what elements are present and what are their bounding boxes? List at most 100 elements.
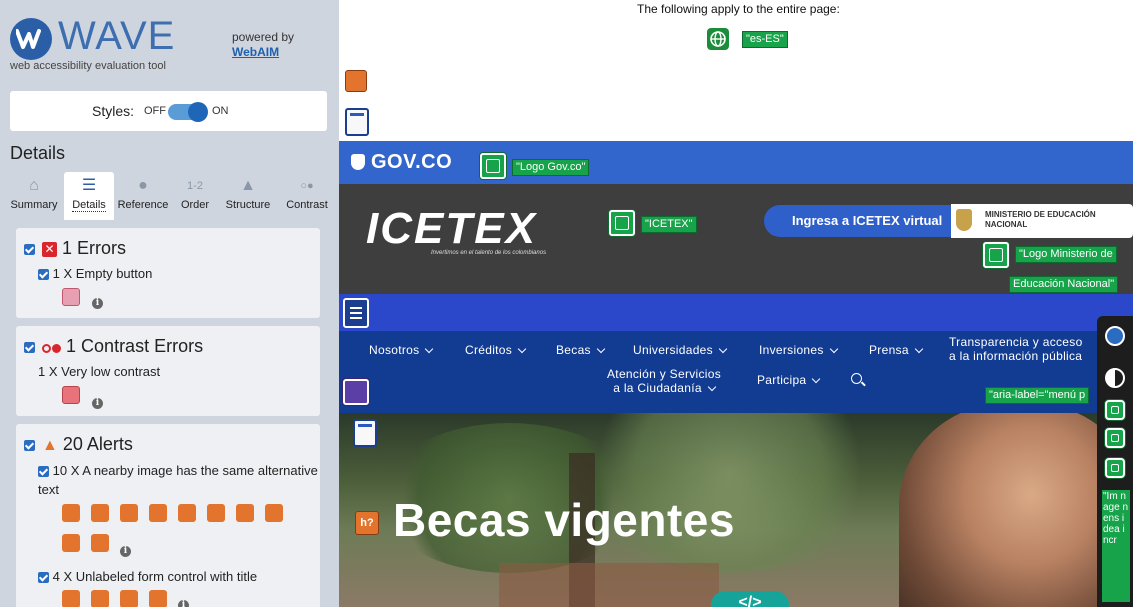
gov-logo[interactable]: GOV.CO xyxy=(371,151,452,174)
redundant-alt-icon[interactable] xyxy=(120,504,138,522)
tab-summary[interactable]: ⌂ Summary xyxy=(8,172,60,220)
redundant-alt-icon[interactable] xyxy=(62,504,80,522)
tab-reference[interactable]: ● Reference xyxy=(114,172,172,220)
tab-structure[interactable]: ▲ Structure xyxy=(218,172,278,220)
code-icon[interactable]: </> xyxy=(711,591,789,607)
alt-text-tag: "Logo Gov.co" xyxy=(512,159,590,176)
ministerio-logo[interactable]: MINISTERIO DE EDUCACIÓN NACIONAL xyxy=(951,204,1133,238)
tab-contrast[interactable]: ○● Contrast xyxy=(278,172,336,220)
image-icon[interactable] xyxy=(1105,458,1125,478)
unlabeled-control-icon[interactable] xyxy=(120,590,138,607)
nav-becas[interactable]: Becas xyxy=(556,343,606,357)
main-nav: Nosotros Créditos Becas Universidades In… xyxy=(339,331,1133,413)
alerts-heading-text: 20 Alerts xyxy=(62,434,133,454)
globe-icon[interactable] xyxy=(707,28,729,50)
contrast-checkbox[interactable] xyxy=(24,341,35,353)
error-item: 1 X Empty button xyxy=(38,264,152,283)
errors-heading-text: 1 Errors xyxy=(62,238,127,258)
nav-prensa-label: Prensa xyxy=(869,343,909,357)
nav-transparencia[interactable]: Transparencia y acceso a la información … xyxy=(949,335,1083,363)
crest-icon xyxy=(956,209,972,231)
unlabeled-control-icon[interactable] xyxy=(149,590,167,607)
alt-text-tag-1: "Logo Ministerio de xyxy=(1015,246,1117,263)
nav-inversiones[interactable]: Inversiones xyxy=(759,343,838,357)
menu-icon[interactable] xyxy=(343,298,369,328)
nav-nosotros-label: Nosotros xyxy=(369,343,420,357)
redundant-alt-icon[interactable] xyxy=(207,504,225,522)
errors-checkbox[interactable] xyxy=(24,243,35,255)
site-header: ICETEX Invertimos en el talento de los c… xyxy=(339,184,1133,294)
info-icon[interactable]: i xyxy=(120,546,131,557)
nav-universidades[interactable]: Universidades xyxy=(633,343,728,357)
redundant-alt-icon[interactable] xyxy=(178,504,196,522)
redundant-alt-icon[interactable] xyxy=(236,504,254,522)
redundant-alt-icon[interactable] xyxy=(91,504,109,522)
nav-prensa[interactable]: Prensa xyxy=(869,343,924,357)
contrast-error-icon xyxy=(42,337,62,358)
gov-bar: GOV.CO "Logo Gov.co" xyxy=(339,141,1133,184)
ingresa-icetex-button[interactable]: Ingresa a ICETEX virtual xyxy=(764,205,962,237)
nav-nosotros[interactable]: Nosotros xyxy=(369,343,434,357)
alerts-checkbox[interactable] xyxy=(24,439,35,451)
contrast-icon[interactable] xyxy=(1105,368,1125,388)
styles-toggle[interactable] xyxy=(168,102,208,122)
unlabeled-control-icon[interactable] xyxy=(62,590,80,607)
contrast-item: 1 X Very low contrast xyxy=(38,364,161,379)
info-icon[interactable]: i xyxy=(92,398,103,409)
image-icon[interactable] xyxy=(1105,428,1125,448)
info-icon[interactable]: i xyxy=(178,600,189,607)
alt-text-tag: "ICETEX" xyxy=(641,216,697,233)
low-contrast-icon[interactable] xyxy=(62,386,80,404)
redundant-alt-icon[interactable] xyxy=(62,534,80,552)
wave-tabs: ⌂ Summary ☰ Details ● Reference 1‑2 Orde… xyxy=(0,172,339,220)
blue-strip xyxy=(339,294,1133,331)
toggle-knob[interactable] xyxy=(188,102,208,122)
chevron-down-icon xyxy=(812,374,821,384)
contrast-heading: 1 Contrast Errors xyxy=(24,336,203,358)
image-icon[interactable] xyxy=(1105,400,1125,420)
aria-label-tag: "aria-label="menú p xyxy=(985,387,1090,404)
wave-sidebar: WAVE web accessibility evaluation tool p… xyxy=(0,0,339,607)
alert-item-checkbox[interactable] xyxy=(38,466,49,478)
tab-order-label: Order xyxy=(180,199,210,211)
alert-icon[interactable] xyxy=(345,70,367,92)
image-icon[interactable] xyxy=(983,242,1009,268)
alt-text-tag-2: Educación Nacional" xyxy=(1009,276,1119,293)
wave-tagline: web accessibility evaluation tool xyxy=(10,60,166,72)
error-item-checkbox[interactable] xyxy=(38,269,49,281)
alt-text-tag: "Im n age n ens idea incr xyxy=(1102,490,1130,602)
heading-alert-icon[interactable]: h? xyxy=(355,511,379,535)
nav-participa[interactable]: Participa xyxy=(757,373,821,387)
alert-icon: ▲ xyxy=(42,437,58,454)
info-icon[interactable]: i xyxy=(92,298,103,309)
chevron-down-icon xyxy=(914,344,924,354)
redundant-alt-icon[interactable] xyxy=(149,504,167,522)
alert-item-checkbox[interactable] xyxy=(38,572,49,584)
search-icon[interactable] xyxy=(851,373,862,384)
styles-off-label: OFF xyxy=(144,105,166,117)
unlabeled-control-icon[interactable] xyxy=(91,590,109,607)
region-icon[interactable] xyxy=(353,419,377,447)
empty-button-icon[interactable] xyxy=(62,288,80,306)
redundant-alt-icon[interactable] xyxy=(265,504,283,522)
error-item-label: 1 X Empty button xyxy=(52,266,153,281)
nav-atencion-line2: a la Ciudadanía xyxy=(613,381,702,395)
list-icon[interactable] xyxy=(1105,326,1125,346)
ministerio-label: MINISTERIO DE EDUCACIÓN NACIONAL xyxy=(985,210,1096,229)
chevron-down-icon xyxy=(707,382,717,392)
webaim-link[interactable]: WebAIM xyxy=(232,45,279,59)
image-icon[interactable] xyxy=(609,210,635,236)
hero-banner: h? Becas vigentes </> xyxy=(339,413,1133,607)
nav-creditos[interactable]: Créditos xyxy=(465,343,527,357)
evaluated-page: The following apply to the entire page: … xyxy=(339,0,1133,607)
nav-atencion[interactable]: Atención y Servicios a la Ciudadanía xyxy=(607,367,721,395)
image-icon[interactable] xyxy=(480,153,506,179)
tab-order[interactable]: 1‑2 Order xyxy=(174,172,216,220)
region-icon[interactable] xyxy=(345,108,369,136)
alert-item-unlabeled-control: 4 X Unlabeled form control with title xyxy=(38,567,257,586)
aria-label-icon[interactable] xyxy=(343,379,369,405)
redundant-alt-icon[interactable] xyxy=(91,534,109,552)
alerts-panel: ▲ 20 Alerts 10 X A nearby image has the … xyxy=(16,424,320,607)
icetex-logo[interactable]: ICETEX xyxy=(366,204,537,254)
tab-details[interactable]: ☰ Details xyxy=(64,172,114,220)
